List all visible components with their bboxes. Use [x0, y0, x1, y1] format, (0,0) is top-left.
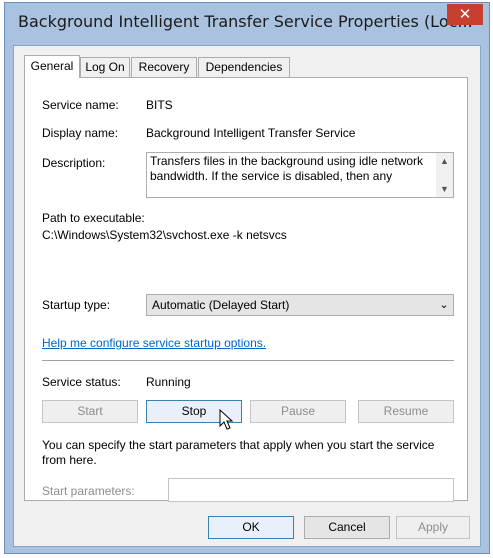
- startup-type-value: Automatic (Delayed Start): [152, 298, 290, 312]
- startup-type-select[interactable]: Automatic (Delayed Start) ⌄: [146, 294, 454, 316]
- display-name-label: Display name:: [42, 126, 119, 140]
- display-name-value[interactable]: Background Intelligent Transfer Service: [146, 126, 355, 140]
- dialog-client-area: General Log On Recovery Dependencies Ser…: [13, 45, 481, 547]
- startup-type-label: Startup type:: [42, 298, 111, 312]
- service-status-value: Running: [146, 375, 191, 389]
- start-params-note: You can specify the start parameters tha…: [42, 438, 435, 467]
- service-name-value[interactable]: BITS: [146, 98, 173, 112]
- scroll-down-icon[interactable]: ▼: [436, 181, 453, 197]
- chevron-down-icon: ⌄: [439, 299, 449, 311]
- description-text: Transfers files in the background using …: [150, 154, 424, 183]
- tab-log-on[interactable]: Log On: [80, 57, 130, 77]
- close-button[interactable]: ✕: [447, 4, 483, 25]
- tab-general[interactable]: General: [24, 55, 80, 78]
- tab-recovery[interactable]: Recovery: [131, 57, 197, 77]
- start-params-input[interactable]: [168, 478, 454, 502]
- window-title: Background Intelligent Transfer Service …: [18, 12, 473, 31]
- description-box[interactable]: Transfers files in the background using …: [146, 152, 454, 198]
- properties-window: Background Intelligent Transfer Service …: [4, 2, 490, 554]
- service-name-label: Service name:: [42, 98, 119, 112]
- help-configure-link[interactable]: Help me configure service startup option…: [42, 336, 266, 350]
- start-params-label: Start parameters:: [42, 484, 135, 498]
- path-value[interactable]: C:\Windows\System32\svchost.exe -k netsv…: [42, 228, 287, 242]
- description-label: Description:: [42, 156, 106, 170]
- description-scrollbar[interactable]: ▲ ▼: [436, 153, 453, 197]
- close-icon: ✕: [458, 5, 472, 23]
- title-bar[interactable]: Background Intelligent Transfer Service …: [5, 3, 489, 45]
- general-tab-panel: Service name: BITS Display name: Backgro…: [24, 77, 468, 502]
- pause-button[interactable]: Pause: [250, 400, 346, 423]
- resume-button[interactable]: Resume: [358, 400, 454, 423]
- ok-button[interactable]: OK: [208, 516, 294, 539]
- start-button[interactable]: Start: [42, 400, 138, 423]
- section-divider: [42, 360, 454, 361]
- cancel-button[interactable]: Cancel: [304, 516, 390, 539]
- apply-button[interactable]: Apply: [396, 516, 470, 539]
- scroll-up-icon[interactable]: ▲: [436, 153, 453, 169]
- service-status-label: Service status:: [42, 375, 121, 389]
- path-label: Path to executable:: [42, 211, 145, 225]
- tab-dependencies[interactable]: Dependencies: [198, 57, 290, 77]
- mouse-pointer-icon: [219, 409, 234, 430]
